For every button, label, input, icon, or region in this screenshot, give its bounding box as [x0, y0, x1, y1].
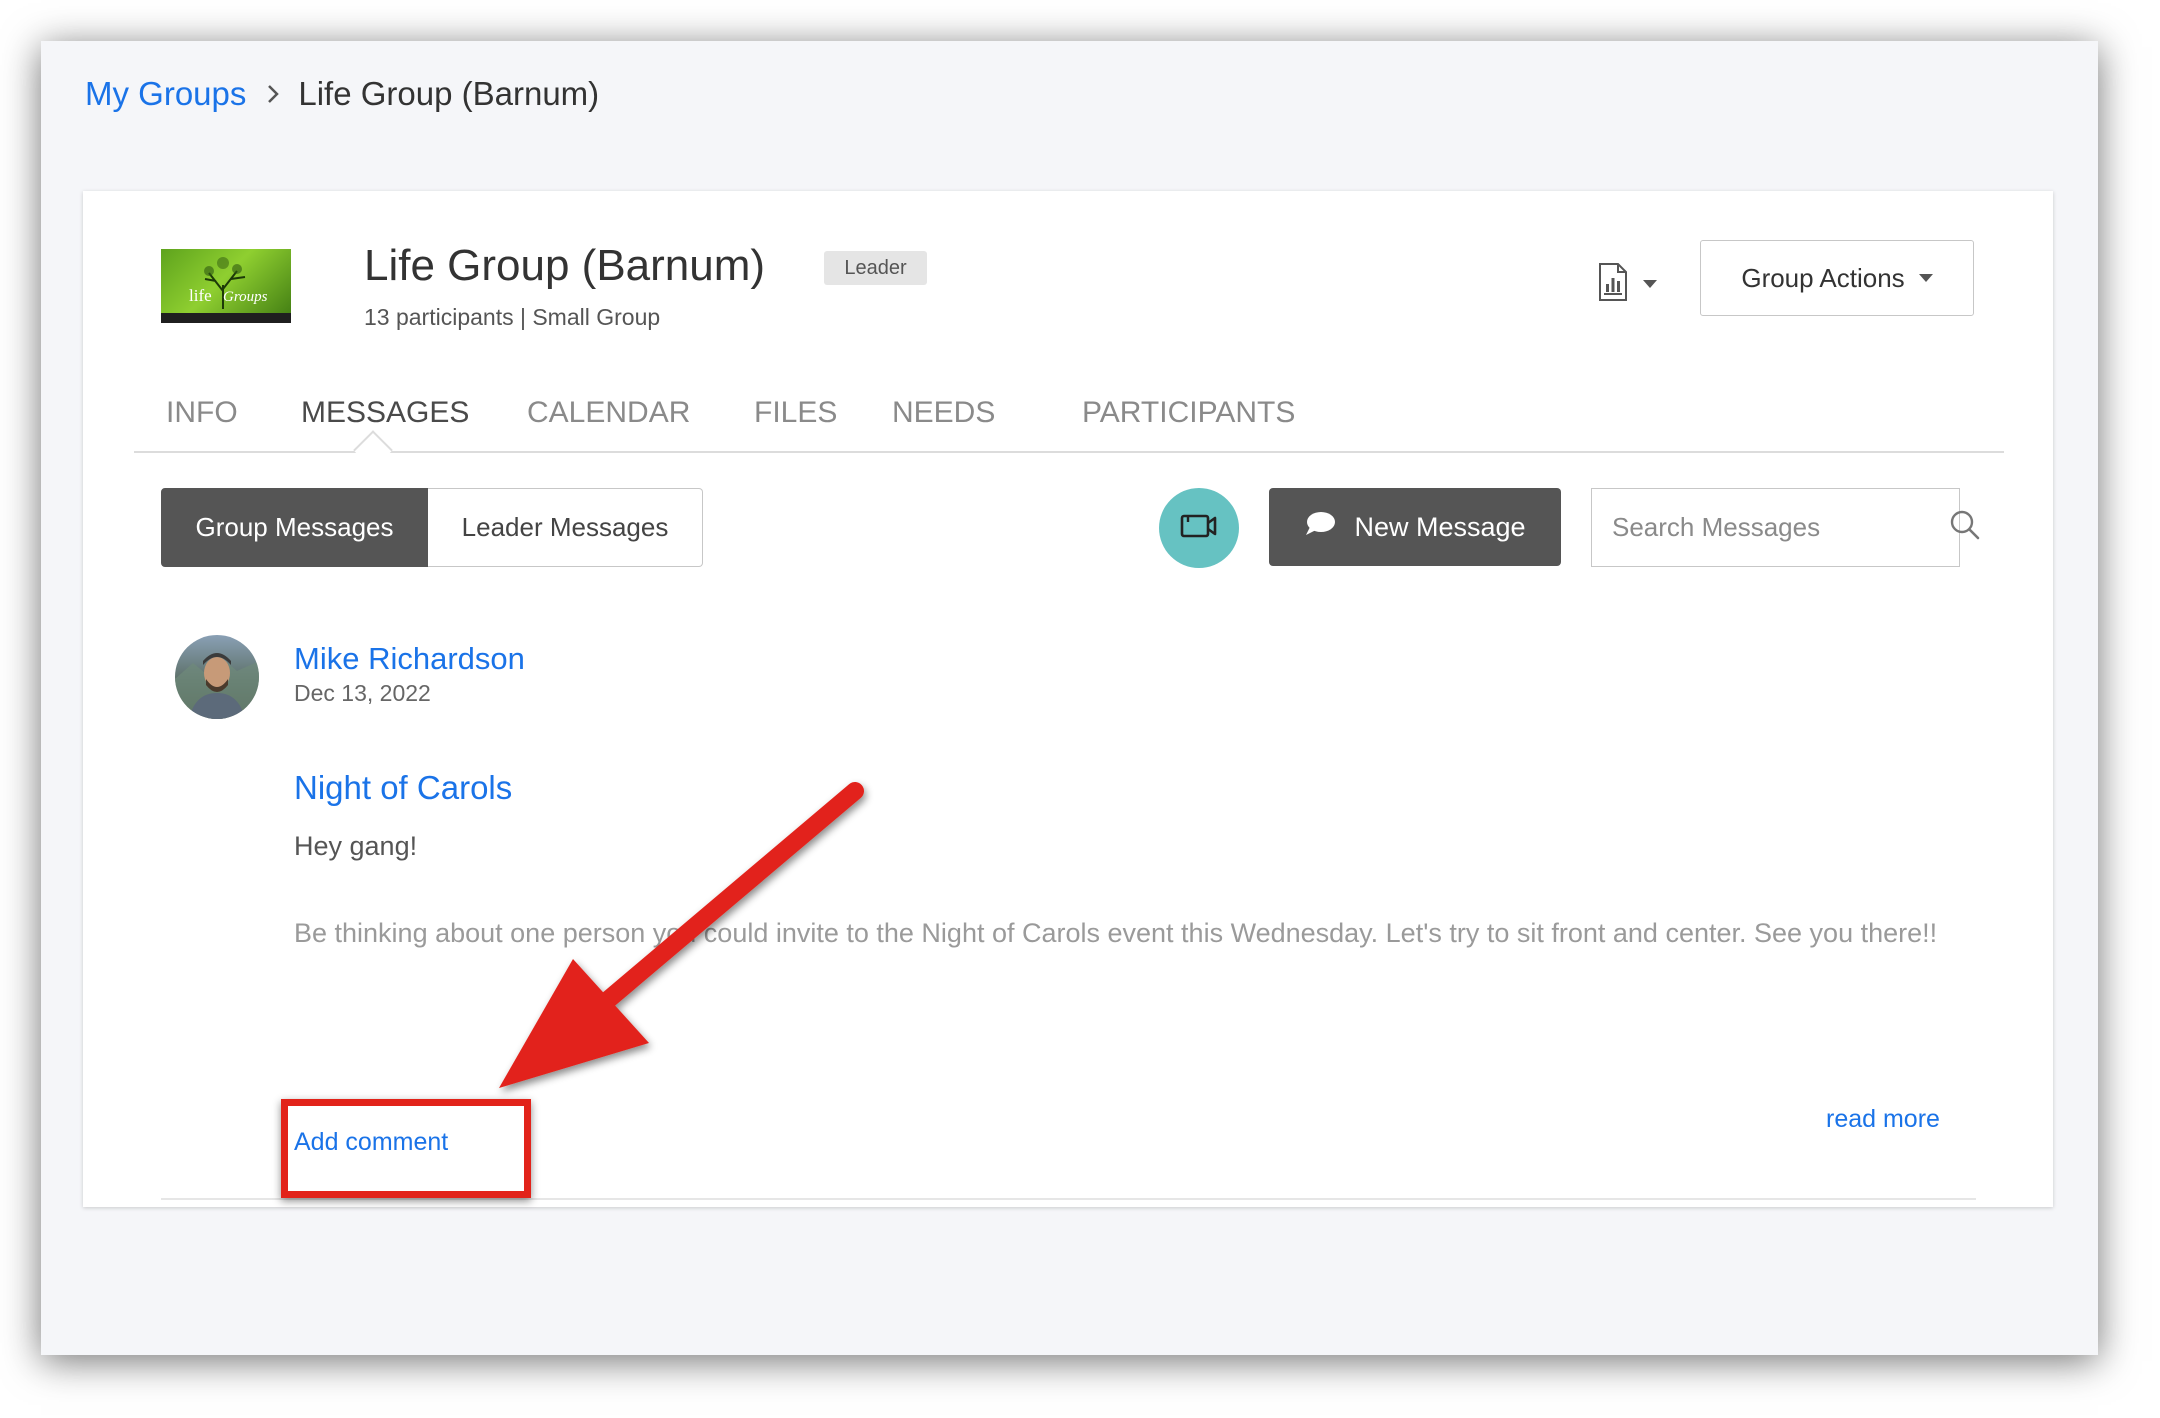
annotation-arrow: [499, 782, 864, 1088]
app-window: My Groups Life Group (Barnum) life Group…: [41, 41, 2098, 1355]
